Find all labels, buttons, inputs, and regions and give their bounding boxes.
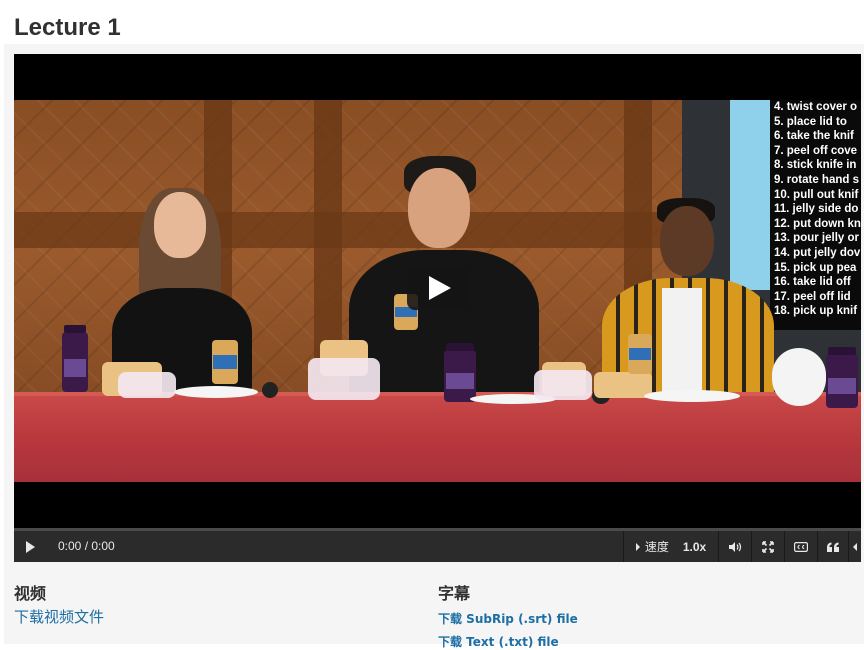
subtitles-download-section: 字幕 下载 SubRip (.srt) file 下载 Text (.txt) … [438,580,578,650]
bread-bag [118,372,176,398]
step-text: 7. peel off cove [774,144,858,157]
play-button[interactable] [14,531,46,562]
plate [644,390,740,402]
red-tablecloth [14,396,861,482]
step-text: 9. rotate hand s [774,173,859,186]
step-text: 11. jelly side do [774,203,859,216]
step-text: 17. peel off lid [774,290,851,303]
step-text: 18. pick up knif [774,305,858,318]
jelly-jar [444,343,476,402]
screen-light [730,100,770,290]
step-text: 6. take the knif [774,130,854,143]
wall-beam [14,212,684,248]
closed-captions-button[interactable] [785,531,817,562]
transcript-button[interactable] [818,531,848,562]
steps-list: 4. twist cover o 5. place lid to 6. take… [774,100,861,319]
download-video-link[interactable]: 下载视频文件 [14,606,104,627]
play-icon [25,540,35,553]
step-text: 10. pull out knif [774,188,859,201]
collapse-button[interactable] [849,531,861,562]
step-text: 8. stick knife in [774,159,857,172]
fullscreen-icon [762,540,774,553]
volume-icon [729,541,742,552]
closed-captions-icon [794,541,808,552]
speed-value: 1.0x [682,539,707,554]
video-download-section: 视频 下载视频文件 [14,580,104,627]
step-text: 15. pick up pea [774,261,857,274]
step-text: 14. put jelly dov [774,246,861,259]
step-text: 5. place lid to [774,115,847,128]
speed-caret-icon [635,542,640,551]
collapse-caret-icon [853,542,857,551]
page: Lecture 1 4. twist cover o 5. place lid … [0,0,864,650]
video-control-bar: 0:00 / 0:00 速度 1.0x [14,531,861,562]
volume-button[interactable] [719,531,751,562]
step-text: 12. put down kn [774,217,861,230]
video-player[interactable]: 4. twist cover o 5. place lid to 6. take… [14,54,861,528]
fullscreen-button[interactable] [752,531,784,562]
subtitles-heading: 字幕 [438,586,471,603]
transcript-quote-icon [827,542,839,552]
video-heading: 视频 [14,586,47,603]
peanut-butter-jar [628,334,652,374]
bread-bag [308,358,380,400]
speed-label: 速度 [644,540,669,554]
big-play-button[interactable] [407,266,469,310]
page-title: Lecture 1 [14,14,121,41]
paper-towel-roll [772,348,826,406]
peanut-butter-jar [212,340,238,384]
step-text: 13. pour jelly or [774,232,859,245]
microphone [262,382,278,398]
plate [174,386,258,398]
download-srt-link[interactable]: 下载 SubRip (.srt) file [438,610,578,627]
jelly-jar [62,325,88,392]
bread-bag [534,370,592,400]
step-text: 16. take lid off [774,276,851,289]
play-icon [429,276,451,300]
download-txt-link[interactable]: 下载 Text (.txt) file [438,633,578,650]
speed-button[interactable]: 速度 1.0x [624,531,718,562]
jelly-jar [826,347,858,408]
wall-post [314,100,342,370]
time-display: 0:00 / 0:00 [58,539,115,553]
step-text: 4. twist cover o [774,101,858,113]
bread-slices [594,372,652,398]
